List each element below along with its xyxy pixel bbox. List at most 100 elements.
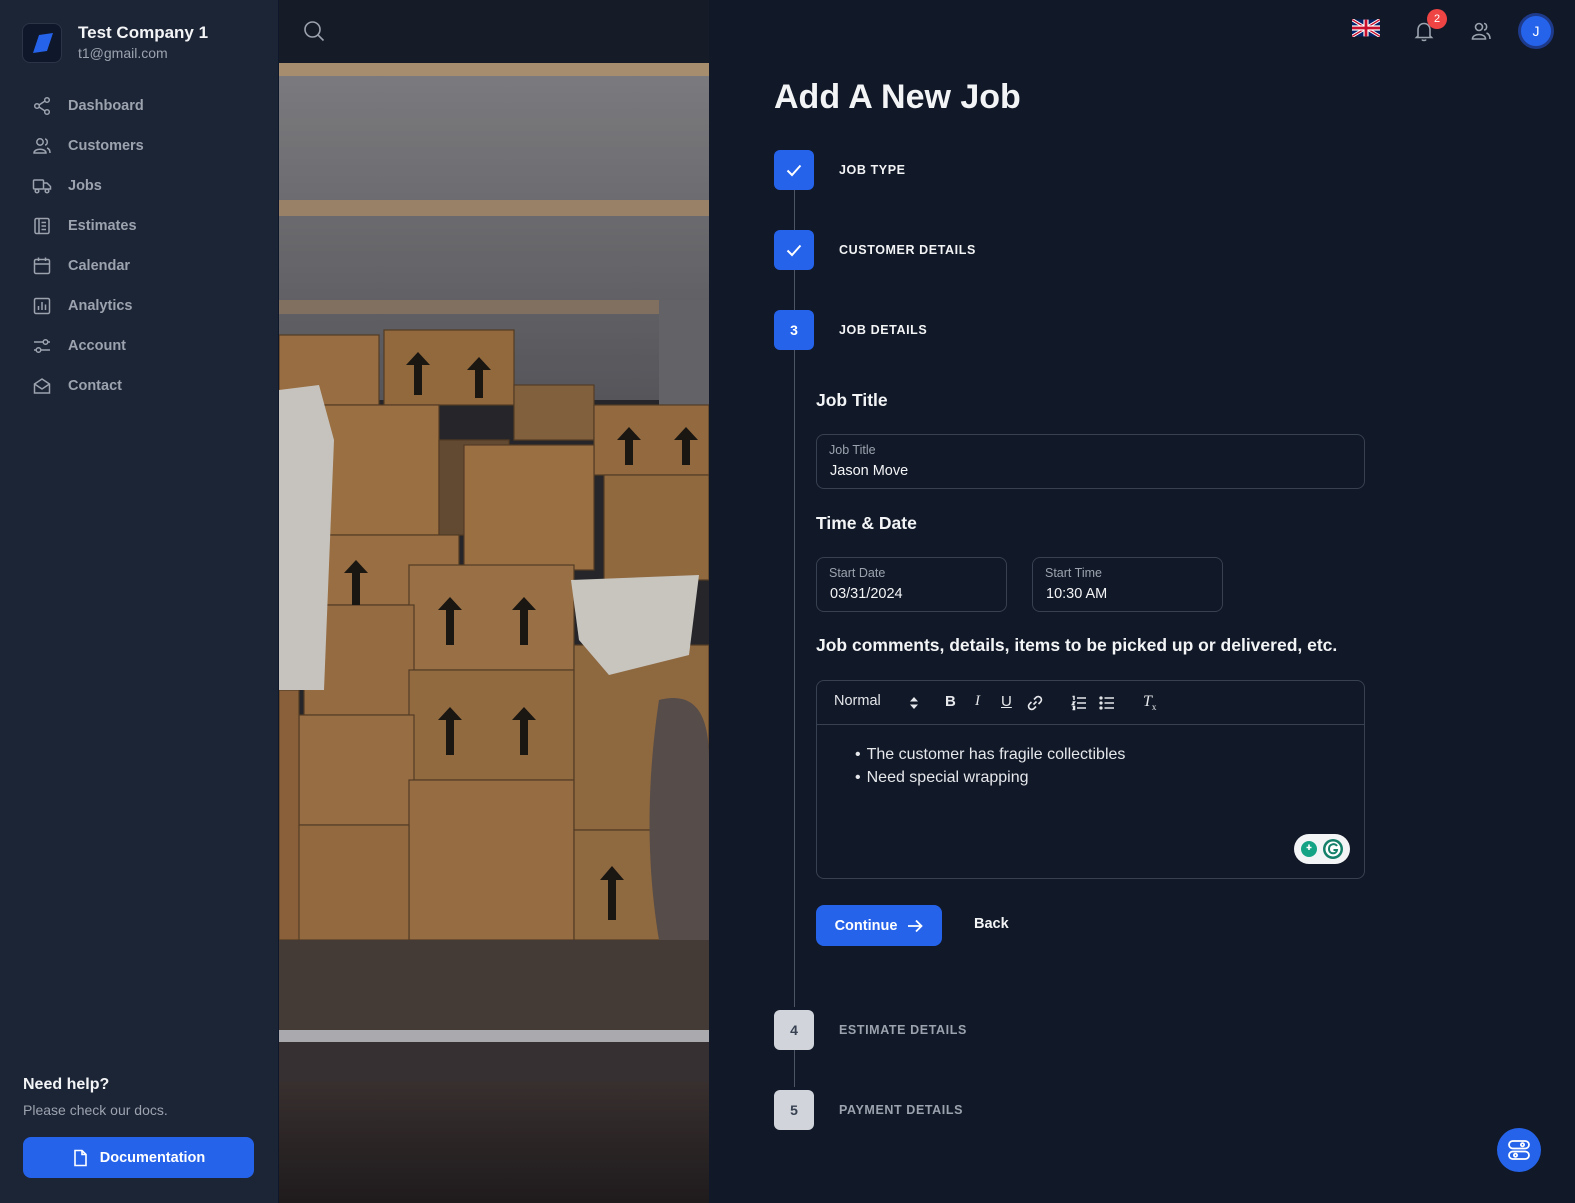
help-section: Need help? Please check our docs. Docume… xyxy=(23,1075,255,1178)
user-avatar[interactable]: J xyxy=(1518,13,1554,49)
job-title-input[interactable]: Jason Move xyxy=(830,463,908,479)
notification-badge: 2 xyxy=(1427,9,1447,29)
sidebar: Test Company 1 t1@gmail.com Dashboard Cu… xyxy=(0,0,279,1203)
sidebar-item-jobs[interactable]: Jobs xyxy=(22,166,258,206)
sidebar-item-label: Analytics xyxy=(68,298,133,314)
list-item: The customer has fragile collectibles xyxy=(867,743,1126,766)
step-customer-details[interactable]: CUSTOMER DETAILS xyxy=(774,230,976,270)
step-complete-box xyxy=(774,230,814,270)
step-connector xyxy=(794,190,795,230)
comments-heading: Job comments, details, items to be picke… xyxy=(816,635,1338,655)
step-number: 3 xyxy=(774,310,814,350)
uk-flag-icon[interactable] xyxy=(1352,19,1380,37)
step-job-type[interactable]: JOB TYPE xyxy=(774,150,906,190)
grammarly-widget[interactable] xyxy=(1294,834,1350,864)
step-label: CUSTOMER DETAILS xyxy=(839,243,976,257)
bullet-list-icon[interactable] xyxy=(1099,695,1115,711)
job-title-heading: Job Title xyxy=(816,390,888,410)
contacts-icon[interactable] xyxy=(1470,20,1492,42)
sidebar-item-customers[interactable]: Customers xyxy=(22,126,258,166)
calendar-icon xyxy=(33,257,51,275)
sidebar-item-account[interactable]: Account xyxy=(22,326,258,366)
search-icon[interactable] xyxy=(303,20,325,42)
bulb-icon xyxy=(1301,841,1317,857)
time-date-heading: Time & Date xyxy=(816,513,917,533)
step-connector xyxy=(794,270,795,310)
comments-editor[interactable]: Normal B I U Tx The customer has fragile… xyxy=(816,680,1365,879)
receipt-icon xyxy=(34,217,50,235)
company-name: Test Company 1 xyxy=(78,23,209,42)
link-icon[interactable] xyxy=(1027,695,1043,711)
help-title: Need help? xyxy=(23,1076,110,1093)
company-email: t1@gmail.com xyxy=(78,45,168,61)
field-label: Job Title xyxy=(829,443,876,457)
users-icon xyxy=(33,138,51,154)
step-payment-details[interactable]: 5 PAYMENT DETAILS xyxy=(774,1090,963,1130)
field-label: Start Time xyxy=(1045,566,1102,580)
sidebar-item-label: Customers xyxy=(68,138,144,154)
sidebar-item-dashboard[interactable]: Dashboard xyxy=(22,86,258,126)
clear-format-icon[interactable]: Tx xyxy=(1143,693,1156,712)
start-time-input[interactable]: 10:30 AM xyxy=(1046,586,1107,602)
ordered-list-icon[interactable] xyxy=(1071,695,1087,711)
step-estimate-details[interactable]: 4 ESTIMATE DETAILS xyxy=(774,1010,967,1050)
documentation-button[interactable]: Documentation xyxy=(23,1137,254,1178)
editor-content[interactable]: The customer has fragile collectibles Ne… xyxy=(867,743,1126,789)
share-icon xyxy=(33,96,51,116)
step-label: PAYMENT DETAILS xyxy=(839,1103,964,1117)
toggle-settings-icon xyxy=(1508,1140,1530,1160)
mail-icon xyxy=(33,378,51,394)
sidebar-item-label: Calendar xyxy=(68,258,131,274)
settings-fab[interactable] xyxy=(1497,1128,1541,1172)
job-title-field[interactable]: Job Title Jason Move xyxy=(816,434,1365,489)
bold-icon[interactable]: B xyxy=(945,693,956,710)
check-icon xyxy=(786,164,802,177)
company-logo xyxy=(22,22,62,63)
step-label: JOB TYPE xyxy=(839,163,906,177)
chevron-updown-icon[interactable] xyxy=(909,696,919,710)
step-connector xyxy=(794,350,795,1007)
file-icon xyxy=(73,1149,87,1166)
grammarly-icon xyxy=(1323,839,1343,859)
check-icon xyxy=(786,244,802,257)
page-title: Add A New Job xyxy=(774,78,1021,116)
format-select[interactable]: Normal xyxy=(834,693,881,709)
sidebar-item-calendar[interactable]: Calendar xyxy=(22,246,258,286)
step-number: 5 xyxy=(774,1090,814,1130)
truck-icon xyxy=(32,179,52,194)
sidebar-item-label: Account xyxy=(68,338,126,354)
sidebar-nav: Dashboard Customers Jobs Estimates Calen… xyxy=(22,86,258,406)
format-select-value: Normal xyxy=(834,693,881,709)
sidebar-item-contact[interactable]: Contact xyxy=(22,366,258,406)
sidebar-item-label: Jobs xyxy=(68,178,102,194)
sidebar-item-estimates[interactable]: Estimates xyxy=(22,206,258,246)
underline-icon[interactable]: U xyxy=(1001,693,1012,710)
arrow-right-icon xyxy=(908,919,924,932)
start-date-field[interactable]: Start Date 03/31/2024 xyxy=(816,557,1007,612)
step-connector xyxy=(794,1050,795,1087)
bar-chart-icon xyxy=(33,297,51,315)
list-item: Need special wrapping xyxy=(867,766,1125,789)
search-bar[interactable] xyxy=(279,0,709,63)
sliders-icon xyxy=(34,338,50,354)
start-time-field[interactable]: Start Time 10:30 AM xyxy=(1032,557,1223,612)
field-label: Start Date xyxy=(829,566,886,580)
italic-icon[interactable]: I xyxy=(975,693,980,710)
editor-toolbar: Normal B I U Tx xyxy=(817,681,1364,725)
step-job-details[interactable]: 3 JOB DETAILS xyxy=(774,310,927,350)
moving-boxes-image xyxy=(279,0,709,1203)
back-button[interactable]: Back xyxy=(974,916,1009,932)
sidebar-item-label: Estimates xyxy=(68,218,137,234)
help-subtitle: Please check our docs. xyxy=(23,1102,168,1118)
sidebar-item-label: Dashboard xyxy=(68,98,144,114)
step-label: ESTIMATE DETAILS xyxy=(839,1023,967,1037)
start-date-input[interactable]: 03/31/2024 xyxy=(830,586,903,602)
company-switcher[interactable]: Test Company 1 t1@gmail.com xyxy=(22,22,208,63)
continue-label: Continue xyxy=(834,917,898,934)
sidebar-item-label: Contact xyxy=(68,378,122,394)
step-label: JOB DETAILS xyxy=(839,323,928,337)
continue-button[interactable]: Continue xyxy=(816,905,942,946)
step-complete-box xyxy=(774,150,814,190)
step-number: 4 xyxy=(774,1010,814,1050)
sidebar-item-analytics[interactable]: Analytics xyxy=(22,286,258,326)
